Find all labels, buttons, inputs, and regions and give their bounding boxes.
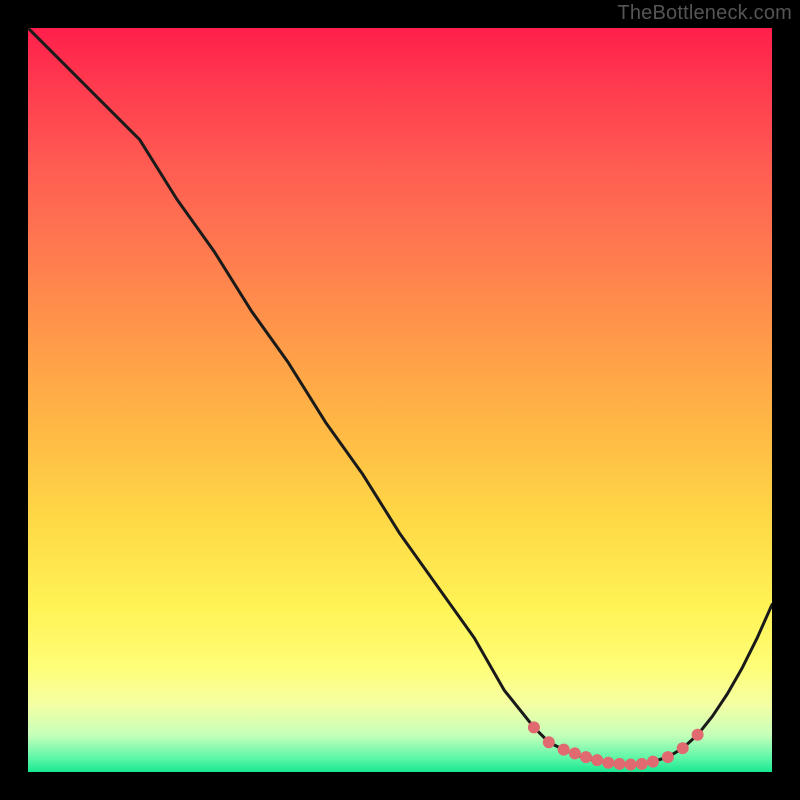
marker-dot: [602, 757, 614, 769]
curve-line: [28, 28, 772, 765]
marker-dot: [580, 751, 592, 763]
marker-dot: [692, 729, 704, 741]
chart-frame: TheBottleneck.com: [0, 0, 800, 800]
marker-dot: [558, 744, 570, 756]
plot-area: [28, 28, 772, 772]
marker-dot: [528, 721, 540, 733]
marker-dot: [569, 747, 581, 759]
marker-dot: [662, 751, 674, 763]
marker-dot: [636, 758, 648, 770]
marker-dot: [677, 742, 689, 754]
marker-dot: [591, 754, 603, 766]
marker-dot: [543, 736, 555, 748]
marker-dot: [625, 759, 637, 771]
marker-dot: [613, 758, 625, 770]
chart-svg: [28, 28, 772, 772]
marker-dot: [647, 756, 659, 768]
watermark-label: TheBottleneck.com: [617, 2, 792, 25]
